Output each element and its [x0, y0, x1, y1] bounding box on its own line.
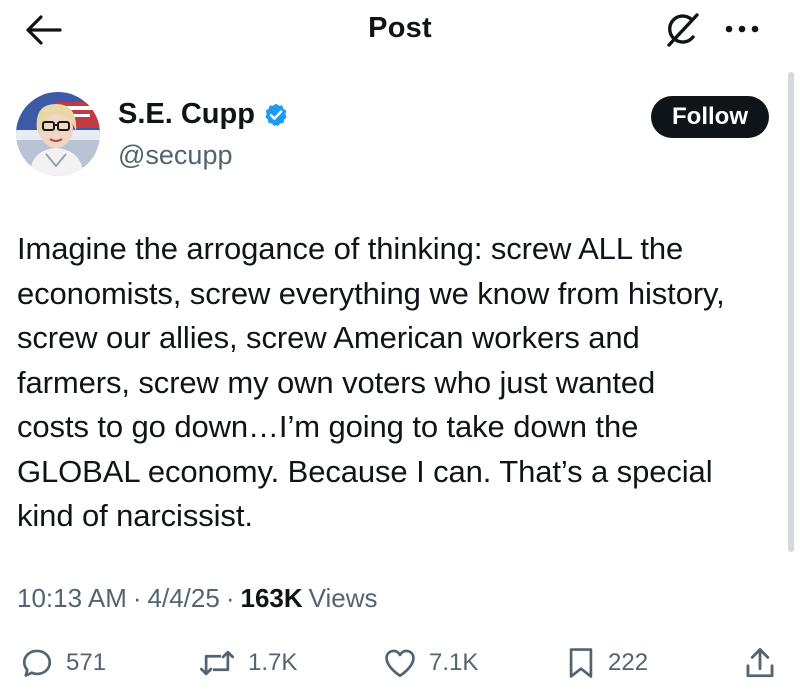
more-dots-icon: [724, 21, 760, 39]
verified-badge-icon: [263, 102, 289, 128]
more-button[interactable]: [718, 10, 766, 50]
bookmark-button[interactable]: 222: [566, 640, 648, 686]
like-count: 7.1K: [429, 649, 479, 676]
author-name: S.E. Cupp: [118, 98, 255, 130]
scrollbar[interactable]: [788, 72, 794, 552]
heart-icon: [383, 647, 417, 679]
meta-separator: ·: [225, 583, 235, 613]
like-button[interactable]: 7.1K: [383, 640, 478, 686]
reply-icon: [20, 646, 54, 680]
post-date[interactable]: 4/4/25: [148, 583, 220, 614]
post-time[interactable]: 10:13 AM: [17, 583, 127, 614]
views-label: Views: [308, 583, 378, 613]
avatar[interactable]: [16, 92, 100, 176]
views-count[interactable]: 163K: [241, 583, 303, 614]
reply-count: 571: [66, 649, 107, 676]
grok-button[interactable]: [660, 10, 704, 54]
author-name-row[interactable]: S.E. Cupp: [118, 98, 289, 131]
post-meta: 10:13 AM · 4/4/25 · 163K Views: [17, 583, 378, 614]
repost-button[interactable]: 1.7K: [198, 640, 297, 686]
meta-separator: ·: [132, 583, 142, 613]
bookmark-icon: [566, 646, 596, 680]
author-handle[interactable]: @secupp: [118, 140, 232, 171]
post-text: Imagine the arrogance of thinking: screw…: [17, 231, 725, 533]
top-bar: Post: [0, 0, 800, 60]
share-icon: [744, 646, 776, 680]
bookmark-count: 222: [608, 649, 649, 676]
repost-icon: [198, 646, 236, 680]
share-button[interactable]: [744, 640, 776, 686]
grok-icon: [662, 10, 702, 55]
repost-count: 1.7K: [248, 649, 298, 676]
action-bar: 571 1.7K 7.1K 222: [0, 640, 800, 686]
follow-button[interactable]: Follow: [651, 96, 769, 138]
reply-button[interactable]: 571: [20, 640, 106, 686]
